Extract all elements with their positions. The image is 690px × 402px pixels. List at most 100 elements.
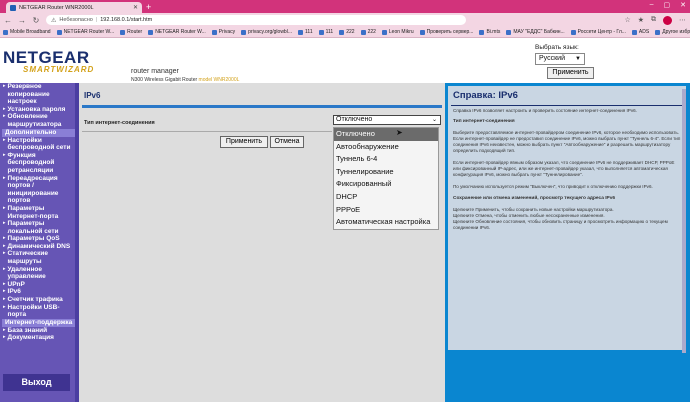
favorites-icon[interactable]: ★	[638, 16, 644, 25]
help-paragraph: Выберите предоставляемое интернет-провай…	[453, 130, 681, 153]
sidebar-item[interactable]: ▸ Удаленное управление	[2, 266, 75, 281]
apply-button[interactable]: Применить	[220, 136, 268, 148]
bookmark-item[interactable]: Mobile Broadband	[3, 29, 51, 35]
bookmark-item[interactable]: ADS	[631, 29, 649, 35]
help-panel: Справка: IPv6 Справка IPv6 позволяет нас…	[445, 83, 690, 402]
dropdown-option[interactable]: PPPoE	[334, 204, 438, 217]
url-field[interactable]: ⚠ Небезопасно | 192.168.0.1/start.htm	[46, 15, 466, 25]
bookmark-label: 111	[325, 29, 334, 35]
bookmark-item[interactable]: Россети Центр - Гл...	[570, 29, 626, 35]
sidebar-item[interactable]: ▸ Параметры Интернет-порта	[2, 205, 75, 220]
sidebar-item-label: База знаний	[7, 326, 48, 334]
netgear-favicon-icon	[10, 4, 16, 11]
dropdown-option[interactable]: Туннель 6-4	[334, 153, 438, 166]
chevron-down-icon: ⌄	[431, 117, 437, 123]
bookmark-item[interactable]: Router	[120, 29, 142, 35]
bookmark-item[interactable]: privacy.org/glowbl...	[241, 29, 292, 35]
sidebar-item[interactable]: ▸ Настройки USB-порта	[2, 304, 75, 319]
help-paragraph: Если интернет-провайдер явным образом ук…	[453, 160, 675, 177]
bookmark-item[interactable]: Bi.mts	[479, 29, 500, 35]
dropdown-option[interactable]: Отключено	[334, 128, 438, 141]
sidebar-item[interactable]: ▸ Функция беспроводной ретрансляции	[2, 152, 75, 175]
form-divider	[82, 131, 332, 132]
bookmark-favicon-icon	[3, 29, 8, 35]
dropdown-option[interactable]: DHCP	[334, 191, 438, 204]
title-rule	[82, 105, 442, 108]
sidebar-item[interactable]: ▸ Резервное копирование настроек	[2, 83, 75, 106]
bullet-icon: ▸	[3, 83, 6, 89]
sidebar-item-label: Параметры локальной сети	[7, 220, 59, 235]
logout-button[interactable]: Выход	[3, 374, 70, 391]
star-icon[interactable]: ☆	[624, 16, 630, 25]
sidebar-item[interactable]: ▸ UPnP	[2, 281, 75, 289]
sidebar-item[interactable]: ▸ Настройки беспроводной сети	[2, 137, 75, 152]
sidebar-item[interactable]: ▸ Динамический DNS	[2, 243, 75, 251]
sidebar-item[interactable]: ▸ Обновление маршрутизатора	[2, 113, 75, 128]
router-manager-label: router manager	[131, 68, 179, 75]
menu-icon[interactable]: ⋯	[679, 16, 686, 25]
reload-icon[interactable]: ↻	[32, 16, 40, 25]
sidebar-item[interactable]: ▸ Параметры локальной сети	[2, 220, 75, 235]
back-icon[interactable]: ←	[4, 16, 12, 25]
bookmark-item[interactable]: NETGEAR Router W...	[148, 29, 206, 35]
bullet-icon: ▸	[3, 288, 6, 295]
sidebar-item[interactable]: ▸ IPv6	[2, 288, 75, 296]
bookmark-favicon-icon	[298, 29, 303, 35]
bookmarks-bar: Mobile Broadband NETGEAR Router W... Route…	[0, 27, 690, 38]
sidebar-item-label: Счетчик трафика	[7, 296, 63, 304]
bookmark-favicon-icon	[419, 29, 425, 35]
sidebar-item[interactable]: ▸ База знаний	[2, 327, 75, 335]
bookmark-item[interactable]: 222	[339, 29, 355, 35]
bookmark-item[interactable]: Privacy	[211, 29, 235, 35]
forward-icon[interactable]: →	[18, 16, 26, 25]
sidebar-item[interactable]: ▸ Счетчик трафика	[2, 296, 75, 304]
sidebar-item[interactable]: ▸ Документация	[2, 334, 75, 342]
language-select[interactable]: Русский ▼	[535, 53, 585, 65]
bookmark-item[interactable]: 222	[360, 29, 376, 35]
close-window-icon[interactable]: ✕	[680, 1, 686, 9]
bookmark-favicon-icon	[570, 29, 576, 35]
bullet-icon: ▸	[3, 113, 6, 120]
sidebar-item[interactable]: ▸ Переадресация портов / инициирование по…	[2, 175, 75, 205]
sidebar-item[interactable]: ▸ Параметры QoS	[2, 235, 75, 243]
browser-tab[interactable]: NETGEAR Router WNR2000L ✕	[6, 2, 142, 13]
cancel-button[interactable]: Отмена	[270, 136, 304, 148]
bookmark-item[interactable]: МАУ "ЕДДС" Бабкин...	[506, 29, 565, 35]
bookmark-item[interactable]: Другое избранное	[655, 29, 690, 35]
help-title: Справка: IPv6	[453, 90, 518, 101]
maximize-icon[interactable]: ▢	[664, 1, 671, 9]
collections-icon[interactable]: ⧉	[651, 16, 656, 25]
minimize-icon[interactable]: –	[650, 1, 654, 9]
bookmark-item[interactable]: Leon Mikru	[381, 29, 414, 35]
sidebar-menu: ▸ Резервное копирование настроек ▸ Установк…	[0, 83, 79, 402]
help-scrollbar[interactable]	[682, 89, 686, 353]
bullet-icon: ▸	[3, 280, 6, 287]
bookmark-item[interactable]: 111	[298, 29, 313, 35]
bookmark-item[interactable]: NETGEAR Router W...	[56, 29, 114, 35]
bookmark-favicon-icon	[318, 29, 324, 35]
mouse-cursor-icon: ➤	[396, 128, 403, 137]
profile-avatar[interactable]	[663, 15, 672, 25]
new-tab-icon[interactable]: +	[146, 2, 151, 13]
bookmark-item[interactable]: 111	[318, 29, 334, 35]
bookmark-favicon-icon	[360, 29, 366, 35]
sidebar-item-label: Настройки беспроводной сети	[7, 136, 71, 152]
dropdown-option[interactable]: Туннелирование	[334, 166, 438, 179]
connection-type-select[interactable]: Отключено ⌄	[333, 115, 441, 125]
dropdown-option[interactable]: Автообнаружение	[334, 141, 438, 154]
dropdown-option[interactable]: Фиксированный	[334, 178, 438, 191]
bullet-icon: ▸	[3, 105, 6, 112]
dropdown-option[interactable]: Автоматическая настройка	[334, 216, 438, 229]
close-tab-icon[interactable]: ✕	[133, 4, 138, 11]
window-controls: – ▢ ✕	[650, 1, 686, 9]
url-separator: |	[95, 17, 98, 23]
address-bar-row: ← → ↻ ⚠ Небезопасно | 192.168.0.1/start.…	[0, 13, 690, 27]
page-title: IPv6	[84, 91, 101, 100]
connection-type-label: Тип интернет-соединения	[84, 120, 155, 126]
sidebar-item-label: Динамический DNS	[7, 242, 71, 250]
language-label: Выбрать язык:	[535, 44, 579, 51]
bookmark-item[interactable]: Проверить сервер...	[419, 29, 473, 35]
sidebar-item[interactable]: ▸ Статические маршруты	[2, 250, 75, 265]
language-apply-button[interactable]: Применить	[547, 67, 594, 79]
help-title-rule	[451, 105, 683, 106]
